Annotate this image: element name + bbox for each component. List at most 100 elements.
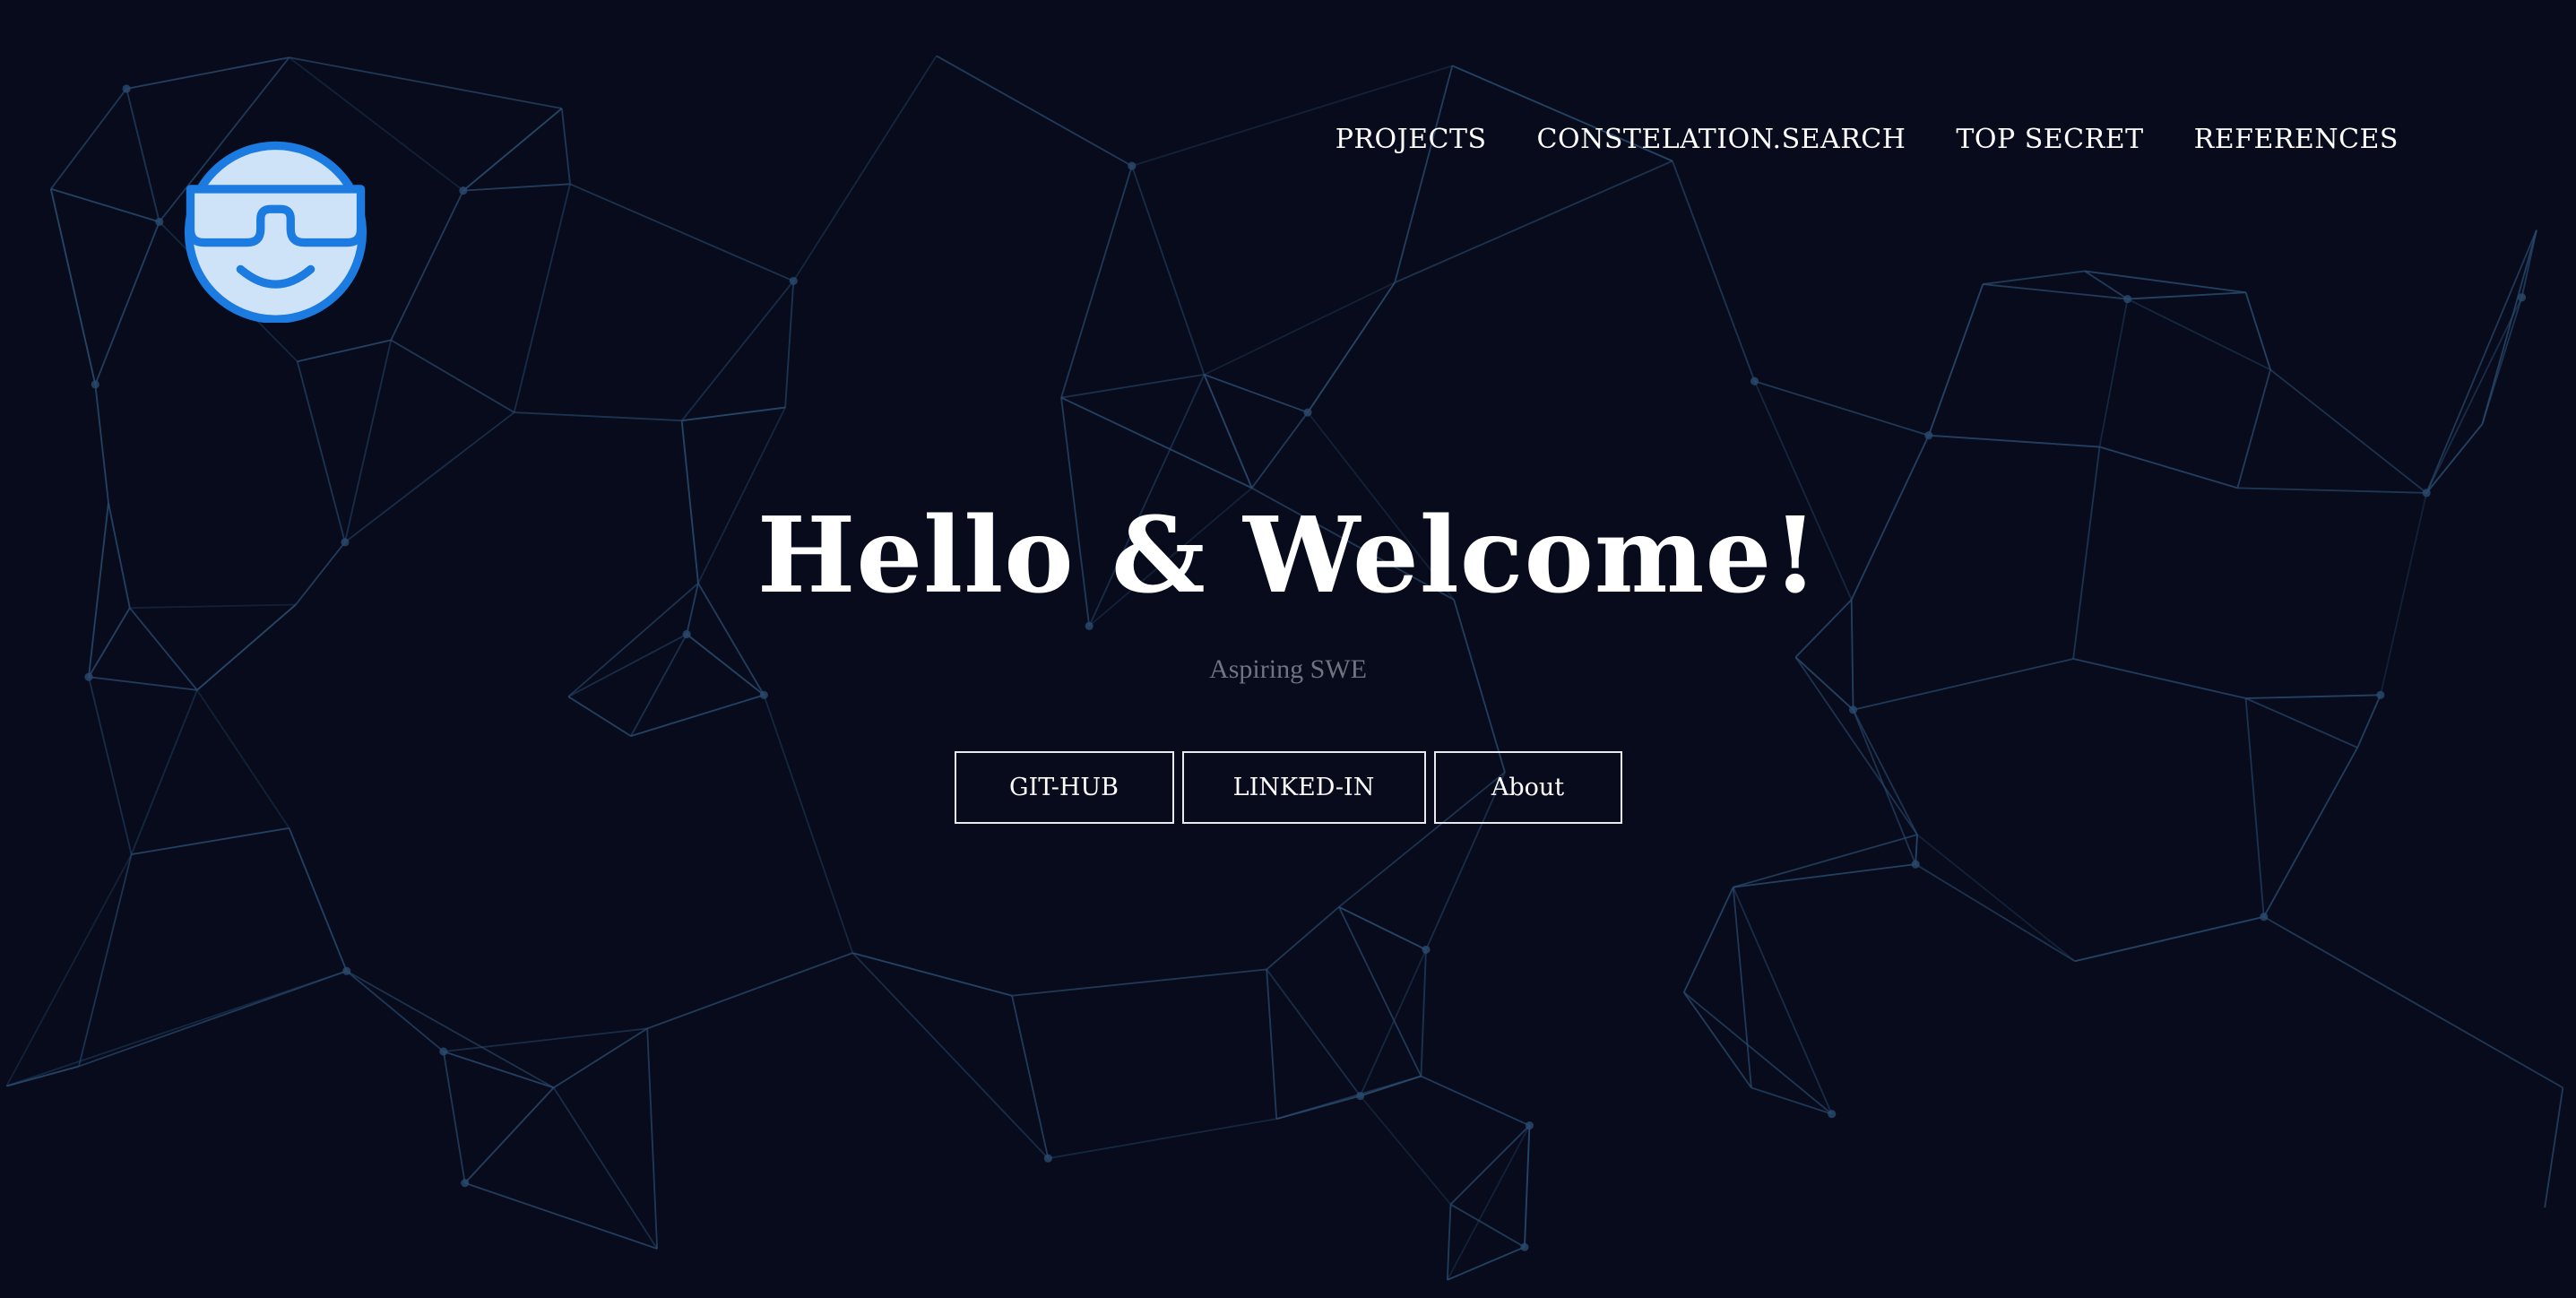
nav-projects[interactable]: PROJECTS xyxy=(1336,124,1487,155)
network-line xyxy=(1011,968,1267,997)
network-line xyxy=(1446,1204,1452,1280)
network-line xyxy=(1266,906,1340,971)
about-button[interactable]: About xyxy=(1433,751,1622,824)
network-node xyxy=(1911,860,1920,869)
network-line xyxy=(50,187,160,223)
network-line xyxy=(2269,368,2427,494)
network-line xyxy=(288,827,348,972)
network-node xyxy=(91,380,99,389)
hero-title: Hello & Welcome! xyxy=(756,495,1820,617)
network-line xyxy=(1266,969,1278,1120)
network-line xyxy=(2244,291,2271,370)
network-line xyxy=(552,1086,658,1250)
network-line xyxy=(462,183,571,192)
network-node xyxy=(1043,1154,1052,1163)
network-node xyxy=(2123,295,2132,304)
network-line xyxy=(1359,1095,1452,1206)
network-line xyxy=(6,1065,80,1087)
network-line xyxy=(2425,229,2537,494)
network-line xyxy=(560,108,571,185)
network-line xyxy=(1060,396,1253,489)
network-line xyxy=(1732,887,1752,1088)
nav-constelation-search[interactable]: CONSTELATION.SEARCH xyxy=(1537,124,1906,155)
network-line xyxy=(1754,380,1930,437)
network-line xyxy=(2263,915,2563,1089)
network-line xyxy=(1131,165,1206,376)
network-line xyxy=(1916,834,2076,962)
network-node xyxy=(1303,408,1312,417)
network-node xyxy=(1750,376,1759,385)
network-line xyxy=(1733,863,1916,888)
network-line xyxy=(792,55,938,281)
network-node xyxy=(122,84,131,93)
network-node xyxy=(2260,913,2269,922)
nav-top-secret[interactable]: TOP SECRET xyxy=(1956,124,2143,155)
network-line xyxy=(1203,374,1253,489)
network-line xyxy=(2520,229,2537,298)
hero-subtitle: Aspiring SWE xyxy=(1209,654,1367,684)
network-line xyxy=(1421,1075,1530,1127)
network-line xyxy=(94,384,109,503)
network-line xyxy=(50,88,127,190)
network-line xyxy=(94,221,160,385)
network-line xyxy=(514,411,682,422)
network-line xyxy=(1927,283,1984,437)
network-line xyxy=(936,55,1133,167)
network-line xyxy=(1204,281,1396,376)
network-line xyxy=(390,190,464,341)
network-line xyxy=(462,108,563,192)
network-line xyxy=(1928,434,2100,448)
network-line xyxy=(1750,1086,1832,1115)
network-line xyxy=(1449,1203,1526,1248)
network-node xyxy=(1356,1091,1365,1101)
network-line xyxy=(1011,995,1050,1159)
network-line xyxy=(1060,165,1133,398)
network-line xyxy=(1672,160,1756,382)
network-line xyxy=(646,1028,659,1250)
network-line xyxy=(131,826,290,856)
linkedin-button[interactable]: LINKED-IN xyxy=(1181,751,1426,824)
network-line xyxy=(346,970,555,1089)
network-line xyxy=(2236,369,2271,489)
logo[interactable] xyxy=(184,139,367,323)
network-line xyxy=(784,281,795,408)
network-line xyxy=(78,853,133,1067)
network-node xyxy=(439,1047,448,1056)
network-node xyxy=(1525,1121,1534,1130)
network-line xyxy=(1250,411,1309,489)
network-node xyxy=(342,966,351,975)
network-line xyxy=(1048,1118,1277,1160)
network-line xyxy=(646,952,853,1030)
network-line xyxy=(2481,229,2537,425)
network-line xyxy=(1420,949,1427,1077)
network-line xyxy=(297,339,392,363)
network-line xyxy=(442,1051,466,1183)
hero-buttons: GIT-HUB LINKED-IN About xyxy=(0,751,2576,824)
network-line xyxy=(1983,283,2128,300)
network-line xyxy=(2127,298,2271,371)
network-line xyxy=(1733,834,1918,888)
network-line xyxy=(852,952,1013,997)
network-node xyxy=(155,217,164,227)
network-line xyxy=(1266,968,1361,1097)
network-line xyxy=(1204,374,1309,413)
network-line xyxy=(1915,863,2076,963)
network-node xyxy=(1924,431,1933,440)
network-line xyxy=(851,952,1050,1159)
network-node xyxy=(459,186,468,195)
network-node xyxy=(461,1179,470,1188)
network-line xyxy=(1682,887,1734,993)
network-line xyxy=(1307,281,1396,413)
network-line xyxy=(2099,446,2238,489)
network-line xyxy=(1732,887,1833,1115)
network-line xyxy=(1394,160,1673,284)
network-line xyxy=(681,406,786,422)
github-button[interactable]: GIT-HUB xyxy=(954,751,1174,824)
nav-references[interactable]: REFERENCES xyxy=(2194,124,2399,155)
network-line xyxy=(1983,270,2086,286)
network-line xyxy=(2098,299,2129,447)
network-line xyxy=(1915,835,1918,865)
network-line xyxy=(78,970,348,1068)
network-line xyxy=(464,1181,658,1250)
network-line xyxy=(1394,65,1454,283)
